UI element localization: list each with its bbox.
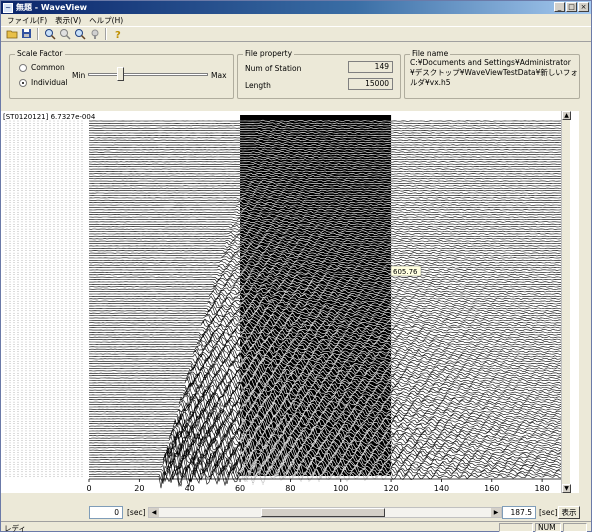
pan-icon[interactable] <box>88 28 101 41</box>
x-tick-label: 20 <box>134 484 144 493</box>
scroll-down-arrow[interactable]: ▼ <box>562 484 571 493</box>
toolbar-separator <box>37 28 39 40</box>
x-tick-label: 140 <box>434 484 449 493</box>
scroll-up-arrow[interactable]: ▲ <box>562 111 571 120</box>
common-radio[interactable]: Common <box>19 63 65 72</box>
status-bar: レディ NUM <box>1 521 591 532</box>
num-lock-indicator: NUM <box>538 523 556 532</box>
help-icon[interactable]: ? <box>111 28 124 41</box>
scroll-right-arrow[interactable]: ▶ <box>491 508 501 517</box>
individual-radio[interactable]: Individual <box>19 78 68 87</box>
file-path-text: C:¥Documents and Settings¥Administrator¥… <box>410 58 578 87</box>
toolbar-separator <box>105 28 107 40</box>
menu-bar: ファイル(F) 表示(V) ヘルプ(H) <box>1 14 591 26</box>
vertical-scrollbar[interactable]: ▲ ▼ <box>561 111 571 493</box>
individual-radio-button[interactable] <box>19 78 27 87</box>
num-station-value: 149 <box>348 61 393 73</box>
x-tick-label: 180 <box>534 484 549 493</box>
status-text: レディ <box>4 524 26 532</box>
show-button[interactable]: 表示 <box>558 506 580 519</box>
waveform-plot[interactable]: [ST0120121] 6.7327e-004 605.76 0 20 40 60 80… <box>1 111 579 493</box>
zoom-icon[interactable] <box>58 28 71 41</box>
num-station-label: Num of Station <box>245 64 302 73</box>
wave-app-icon: ~ <box>3 2 13 13</box>
x-tick-label: 0 <box>86 484 91 493</box>
menu-file[interactable]: ファイル(F) <box>3 15 51 26</box>
zoom-out-icon[interactable] <box>73 28 86 41</box>
end-time-input[interactable]: 187.5 <box>502 506 536 519</box>
slider-min-label: Min <box>72 71 86 80</box>
scale-slider-thumb[interactable] <box>117 67 125 81</box>
x-tick-label: 60 <box>235 484 245 493</box>
length-label: Length <box>245 81 271 90</box>
start-time-input[interactable]: 0 <box>89 506 123 519</box>
status-num-pane: NUM <box>535 523 561 532</box>
station-label-column <box>5 120 85 477</box>
x-tick-label: 40 <box>185 484 195 493</box>
length-value: 15000 <box>348 78 393 90</box>
menu-view[interactable]: 表示(V) <box>51 15 85 26</box>
close-button[interactable]: × <box>578 2 589 12</box>
individual-label: Individual <box>31 78 68 87</box>
scale-slider-track[interactable] <box>88 73 208 76</box>
horizontal-scroll-thumb[interactable] <box>261 508 385 517</box>
open-folder-icon[interactable] <box>5 28 18 41</box>
menu-help[interactable]: ヘルプ(H) <box>85 15 127 26</box>
main-window: ~ 無題 - WaveView _ □ × ファイル(F) 表示(V) ヘルプ(… <box>0 0 592 532</box>
status-pane-1 <box>499 523 533 532</box>
file-name-title: File name <box>410 49 451 58</box>
x-tick-label: 160 <box>484 484 499 493</box>
x-tick-label: 80 <box>285 484 295 493</box>
station-header-label: [ST0120121] 6.7327e-004 <box>3 113 96 121</box>
common-label: Common <box>31 63 65 72</box>
file-property-title: File property <box>243 49 295 58</box>
common-radio-button[interactable] <box>19 63 27 72</box>
x-tick-label: 100 <box>333 484 348 493</box>
cursor-value: 605.76 <box>393 268 418 276</box>
maximize-button[interactable]: □ <box>566 2 577 12</box>
x-axis: 0 20 40 60 80 100 120 140 160 180 <box>86 478 561 493</box>
scroll-left-arrow[interactable]: ◀ <box>149 508 159 517</box>
end-unit-label: [sec] <box>539 508 558 517</box>
minimize-button[interactable]: _ <box>554 2 565 12</box>
title-bar[interactable]: ~ 無題 - WaveView _ □ × <box>1 1 591 14</box>
zoom-in-icon[interactable] <box>43 28 56 41</box>
toolbar: ? <box>1 26 591 42</box>
window-title: 無題 - WaveView <box>16 3 88 12</box>
horizontal-scrollbar[interactable]: ◀ ▶ <box>148 507 502 518</box>
save-icon[interactable] <box>20 28 33 41</box>
start-unit-label: [sec] <box>127 508 146 517</box>
waveform-svg[interactable]: [ST0120121] 6.7327e-004 605.76 0 20 40 60 80… <box>1 111 579 493</box>
cursor-readout: 605.76 <box>390 265 422 277</box>
svg-text:?: ? <box>115 30 121 40</box>
scale-factor-title: Scale Factor <box>15 49 65 58</box>
x-tick-label: 120 <box>383 484 398 493</box>
status-pane-3 <box>563 523 587 532</box>
slider-max-label: Max <box>211 71 227 80</box>
